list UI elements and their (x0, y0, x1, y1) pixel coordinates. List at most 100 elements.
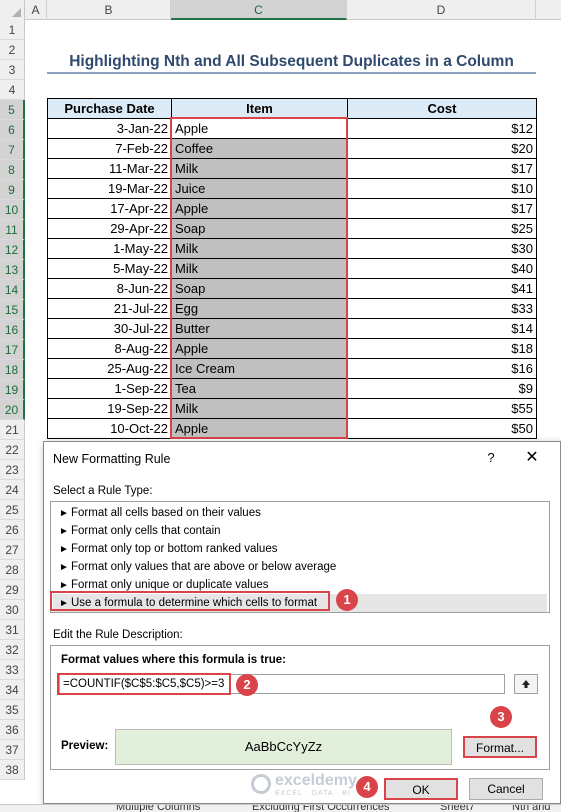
date-cell[interactable]: 8-Jun-22 (47, 278, 172, 299)
item-cell[interactable]: Soap (171, 218, 348, 239)
cost-cell[interactable]: $14 (347, 318, 537, 339)
rule-type-item[interactable]: ► Format only values that are above or be… (53, 558, 547, 576)
cost-cell[interactable]: $12 (347, 118, 537, 139)
item-cell[interactable]: Butter (171, 318, 348, 339)
item-cell[interactable]: Apple (171, 198, 348, 219)
row-header[interactable]: 12 (0, 240, 25, 260)
cost-cell[interactable]: $41 (347, 278, 537, 299)
item-cell[interactable]: Milk (171, 258, 348, 279)
row-header[interactable]: 37 (0, 740, 25, 760)
cost-cell[interactable]: $18 (347, 338, 537, 359)
row-header[interactable]: 31 (0, 620, 25, 640)
row-header[interactable]: 6 (0, 120, 25, 140)
cost-cell[interactable]: $20 (347, 138, 537, 159)
row-header[interactable]: 34 (0, 680, 25, 700)
item-cell[interactable]: Milk (171, 398, 348, 419)
date-cell[interactable]: 21-Jul-22 (47, 298, 172, 319)
row-header[interactable]: 14 (0, 280, 25, 300)
date-cell[interactable]: 3-Jan-22 (47, 118, 172, 139)
row-header[interactable]: 3 (0, 60, 25, 80)
row-header[interactable]: 27 (0, 540, 25, 560)
rule-type-item[interactable]: ► Format only top or bottom ranked values (53, 540, 547, 558)
format-button[interactable]: Format... (463, 736, 537, 758)
item-cell[interactable]: Apple (171, 118, 348, 139)
cost-cell[interactable]: $16 (347, 358, 537, 379)
row-header[interactable]: 35 (0, 700, 25, 720)
row-header[interactable]: 1 (0, 20, 25, 40)
row-header[interactable]: 22 (0, 440, 25, 460)
row-header[interactable]: 25 (0, 500, 25, 520)
item-cell[interactable]: Milk (171, 158, 348, 179)
cost-cell[interactable]: $55 (347, 398, 537, 419)
date-cell[interactable]: 30-Jul-22 (47, 318, 172, 339)
row-header[interactable]: 32 (0, 640, 25, 660)
item-cell[interactable]: Soap (171, 278, 348, 299)
date-cell[interactable]: 8-Aug-22 (47, 338, 172, 359)
row-header[interactable]: 7 (0, 140, 25, 160)
row-header[interactable]: 5 (0, 100, 25, 120)
item-cell[interactable]: Apple (171, 418, 348, 439)
select-all-corner[interactable] (0, 0, 25, 20)
sheet-tab-multiple-columns[interactable]: Multiple Columns (116, 805, 200, 812)
header-item[interactable]: Item (171, 98, 348, 119)
row-header[interactable]: 24 (0, 480, 25, 500)
row-header[interactable]: 38 (0, 760, 25, 780)
row-header[interactable]: 11 (0, 220, 25, 240)
row-header[interactable]: 4 (0, 80, 25, 100)
row-header[interactable]: 2 (0, 40, 25, 60)
cost-cell[interactable]: $17 (347, 198, 537, 219)
row-header[interactable]: 16 (0, 320, 25, 340)
row-header[interactable]: 19 (0, 380, 25, 400)
cost-cell[interactable]: $9 (347, 378, 537, 399)
row-header[interactable]: 28 (0, 560, 25, 580)
item-cell[interactable]: Egg (171, 298, 348, 319)
date-cell[interactable]: 10-Oct-22 (47, 418, 172, 439)
collapse-dialog-button[interactable] (514, 674, 538, 694)
item-cell[interactable]: Juice (171, 178, 348, 199)
row-header[interactable]: 10 (0, 200, 25, 220)
cost-cell[interactable]: $40 (347, 258, 537, 279)
row-header[interactable]: 30 (0, 600, 25, 620)
row-header[interactable]: 26 (0, 520, 25, 540)
close-icon[interactable]: ✕ (522, 448, 542, 468)
sheet-tab-sheet7[interactable]: Sheet7 (440, 805, 475, 812)
row-header[interactable]: 36 (0, 720, 25, 740)
sheet-tab-nth-and[interactable]: Nth and (512, 805, 551, 812)
item-cell[interactable]: Apple (171, 338, 348, 359)
row-header[interactable]: 13 (0, 260, 25, 280)
row-header[interactable]: 9 (0, 180, 25, 200)
sheet-tab-excluding-first[interactable]: Excluding First Occurrences (252, 805, 390, 812)
item-cell[interactable]: Milk (171, 238, 348, 259)
help-icon[interactable]: ? (481, 448, 501, 468)
date-cell[interactable]: 25-Aug-22 (47, 358, 172, 379)
cost-cell[interactable]: $10 (347, 178, 537, 199)
date-cell[interactable]: 1-May-22 (47, 238, 172, 259)
cost-cell[interactable]: $50 (347, 418, 537, 439)
cancel-button[interactable]: Cancel (469, 778, 543, 800)
cost-cell[interactable]: $33 (347, 298, 537, 319)
header-cost[interactable]: Cost (347, 98, 537, 119)
date-cell[interactable]: 7-Feb-22 (47, 138, 172, 159)
row-header[interactable]: 15 (0, 300, 25, 320)
column-header-b[interactable]: B (47, 0, 171, 20)
row-header[interactable]: 23 (0, 460, 25, 480)
date-cell[interactable]: 5-May-22 (47, 258, 172, 279)
row-header[interactable]: 33 (0, 660, 25, 680)
cost-cell[interactable]: $25 (347, 218, 537, 239)
date-cell[interactable]: 17-Apr-22 (47, 198, 172, 219)
row-header[interactable]: 8 (0, 160, 25, 180)
row-header[interactable]: 20 (0, 400, 25, 420)
date-cell[interactable]: 11-Mar-22 (47, 158, 172, 179)
column-header-c[interactable]: C (171, 0, 347, 20)
row-header[interactable]: 18 (0, 360, 25, 380)
item-cell[interactable]: Tea (171, 378, 348, 399)
rule-type-item[interactable]: ► Format only cells that contain (53, 522, 547, 540)
cost-cell[interactable]: $30 (347, 238, 537, 259)
cost-cell[interactable]: $17 (347, 158, 537, 179)
rule-type-item[interactable]: ► Format all cells based on their values (53, 504, 547, 522)
date-cell[interactable]: 19-Sep-22 (47, 398, 172, 419)
date-cell[interactable]: 19-Mar-22 (47, 178, 172, 199)
column-header-a[interactable]: A (25, 0, 47, 20)
row-header[interactable]: 17 (0, 340, 25, 360)
ok-button[interactable]: OK (384, 778, 458, 800)
